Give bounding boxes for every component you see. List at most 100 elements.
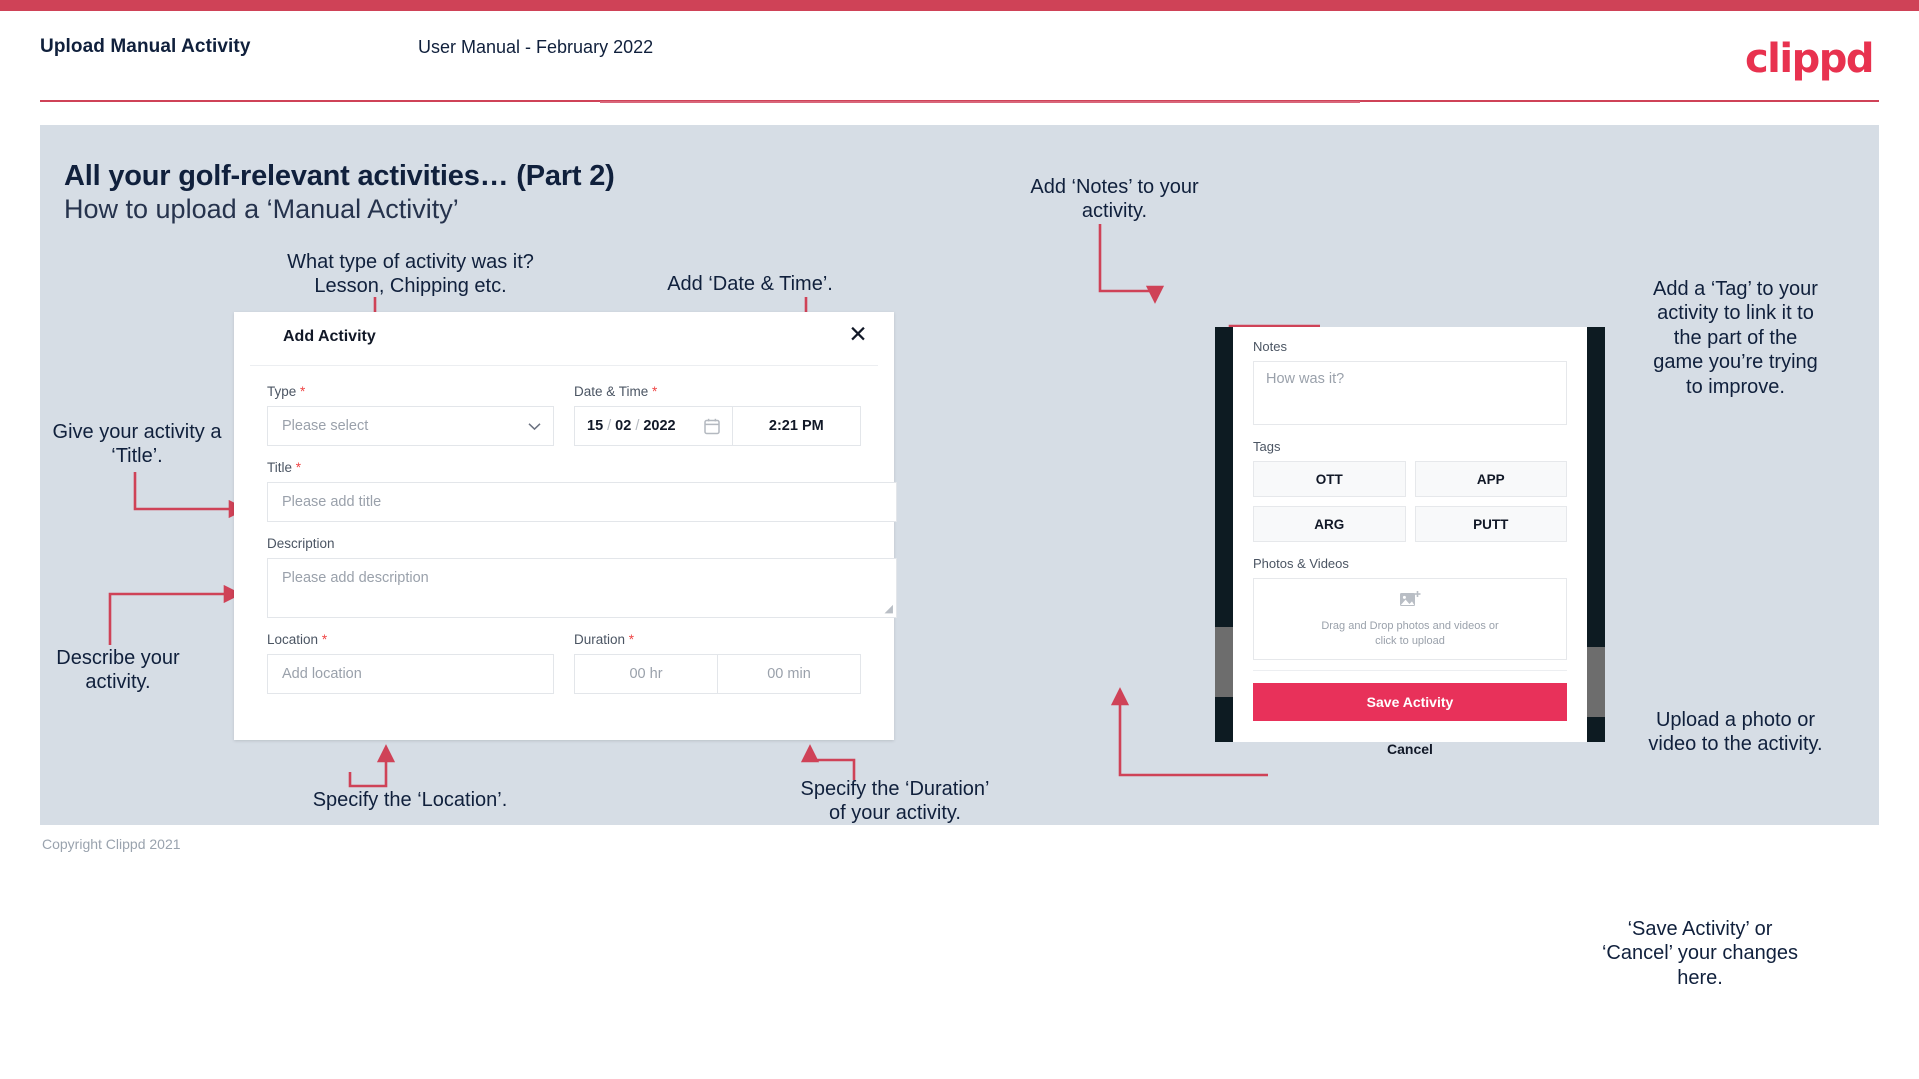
date-sep-1: / <box>607 418 612 434</box>
field-type: Type * Please select <box>267 384 554 446</box>
phone-bezel-right <box>1587 327 1605 742</box>
tag-button-ott[interactable]: OTT <box>1253 461 1406 497</box>
photo-upload-text-line1: Drag and Drop photos and videos or <box>1321 619 1499 632</box>
annotation-upload-line1: Upload a photo or <box>1655 709 1815 731</box>
phone-photos-section: Photos & Videos Drag and Drop photos and… <box>1253 556 1567 660</box>
annotation-datetime: Add ‘Date & Time’. <box>667 273 833 295</box>
annotation-tags-line1: Add a ‘Tag’ to your <box>1653 278 1818 300</box>
required-star-title: * <box>295 460 302 475</box>
page-title: Upload Manual Activity <box>40 36 251 57</box>
phone-screen: Notes How was it? Tags OTT APP ARG PUTT … <box>1233 327 1587 757</box>
annotation-save-line3: here. <box>1677 966 1723 989</box>
annotation-tags: Add a ‘Tag’ to your activity to link it … <box>1628 277 1843 399</box>
dialog-title: Add Activity <box>283 328 376 345</box>
phone-notes-textarea[interactable]: How was it? <box>1253 361 1567 425</box>
duration-group: 00 hr 00 min <box>574 654 861 694</box>
field-label-location: Location * <box>267 632 554 647</box>
field-location: Location * Add location <box>267 632 554 694</box>
row-location-duration: Location * Add location Duration * 00 hr… <box>267 632 861 694</box>
phone-notes-label: Notes <box>1253 339 1287 354</box>
annotation-tags-line2: activity to link it to <box>1657 302 1814 325</box>
field-label-datetime: Date & Time * <box>574 384 861 399</box>
save-activity-button[interactable]: Save Activity <box>1253 683 1567 721</box>
field-label-title: Title * <box>267 460 861 475</box>
description-textarea[interactable]: Please add description ◢ <box>267 558 897 618</box>
annotation-tags-line4: game you’re trying <box>1653 351 1818 374</box>
annotation-notes-line1: Add ‘Notes’ to your <box>1030 176 1199 198</box>
phone-power-button <box>1587 647 1605 717</box>
duration-hours-input[interactable]: 00 hr <box>575 655 717 693</box>
annotation-description-line1: Describe your <box>56 647 180 669</box>
close-icon[interactable]: ✕ <box>844 320 872 348</box>
location-input[interactable]: Add location <box>267 654 554 694</box>
row-type-datetime: Type * Please select Date & Time * 15 / … <box>267 384 861 446</box>
datetime-group: 15 / 02 / 2022 2:21 PM <box>574 406 861 446</box>
phone-mockup: Notes How was it? Tags OTT APP ARG PUTT … <box>1215 327 1605 757</box>
phone-tags-label: Tags <box>1253 439 1281 454</box>
date-day: 15 <box>587 418 604 434</box>
annotation-title: Give your activity a ‘Title’. <box>42 420 232 469</box>
label-text-location: Location <box>267 632 319 647</box>
photo-upload-dropzone[interactable]: Drag and Drop photos and videos or click… <box>1253 578 1567 660</box>
title-input[interactable]: Please add title <box>267 482 897 522</box>
type-select[interactable]: Please select <box>267 406 554 446</box>
field-label-description: Description <box>267 536 861 551</box>
tag-button-putt[interactable]: PUTT <box>1414 506 1567 542</box>
annotation-save-line1: ‘Save Activity’ or <box>1627 918 1773 940</box>
calendar-icon[interactable] <box>703 418 720 435</box>
annotation-tags-line3: the part of the <box>1673 326 1798 349</box>
label-text-type: Type <box>267 384 297 399</box>
annotation-duration-line2: of your activity. <box>829 802 961 825</box>
slide-subtitle: How to upload a ‘Manual Activity’ <box>64 194 459 224</box>
annotation-description-line2: activity. <box>85 671 151 694</box>
annotation-type-line2: Lesson, Chipping etc. <box>314 275 507 298</box>
time-input[interactable]: 2:21 PM <box>733 407 860 445</box>
phone-tags-grid: OTT APP ARG PUTT <box>1253 461 1567 542</box>
add-image-icon <box>1399 590 1421 614</box>
phone-volume-button <box>1215 627 1233 697</box>
label-text-title: Title <box>267 460 293 475</box>
description-placeholder: Please add description <box>282 570 429 586</box>
date-month: 02 <box>615 418 632 434</box>
annotation-title-line1: Give your activity a <box>52 421 222 443</box>
annotation-tags-line5: to improve. <box>1686 375 1785 398</box>
phone-notes-section: Notes How was it? <box>1253 339 1567 425</box>
annotation-upload: Upload a photo or video to the activity. <box>1628 708 1843 757</box>
resize-handle-icon[interactable]: ◢ <box>885 602 893 615</box>
photo-upload-text: Drag and Drop photos and videos or click… <box>1321 619 1498 649</box>
phone-bezel-left <box>1215 327 1233 742</box>
field-datetime: Date & Time * 15 / 02 / 2022 2:21 PM <box>574 384 861 446</box>
top-accent-bar <box>0 0 1919 11</box>
annotation-upload-line2: video to the activity. <box>1648 733 1823 756</box>
dialog-body: Type * Please select Date & Time * 15 / … <box>234 366 897 694</box>
date-year: 2022 <box>643 418 676 434</box>
annotation-description: Describe your activity. <box>28 646 208 695</box>
required-star-type: * <box>300 384 306 399</box>
chevron-down-icon <box>528 419 541 434</box>
duration-minutes-input[interactable]: 00 min <box>717 655 860 693</box>
phone-tags-section: Tags OTT APP ARG PUTT <box>1253 439 1567 542</box>
phone-photos-label: Photos & Videos <box>1253 556 1349 571</box>
slide-title: All your golf-relevant activities… (Part… <box>64 160 615 192</box>
footer-copyright: Copyright Clippd 2021 <box>42 836 181 852</box>
type-select-placeholder: Please select <box>282 418 369 434</box>
page-subtitle: User Manual - February 2022 <box>418 37 654 57</box>
date-input[interactable]: 15 / 02 / 2022 <box>575 407 733 445</box>
required-star-location: * <box>321 632 328 647</box>
annotation-type-line1: What type of activity was it? <box>287 251 534 273</box>
annotation-title-line2: ‘Title’. <box>111 445 163 468</box>
field-duration: Duration * 00 hr 00 min <box>574 632 861 694</box>
label-text-duration: Duration <box>574 632 626 647</box>
tag-button-arg[interactable]: ARG <box>1253 506 1406 542</box>
add-activity-dialog: Add Activity ✕ Type * Please select Date… <box>234 312 897 740</box>
clippd-logo: clippd <box>1744 36 1875 82</box>
field-title: Title * Please add title <box>267 460 897 522</box>
annotation-save-cancel: ‘Save Activity’ or ‘Cancel’ your changes… <box>1570 917 1830 990</box>
label-text-datetime: Date & Time <box>574 384 649 399</box>
slide-root: Upload Manual Activity User Manual - Feb… <box>0 0 1919 1079</box>
tag-button-app[interactable]: APP <box>1414 461 1567 497</box>
cancel-button[interactable]: Cancel <box>1253 741 1567 757</box>
label-text-description: Description <box>267 536 335 551</box>
required-star-duration: * <box>628 632 635 647</box>
annotation-notes-line2: activity. <box>1081 200 1148 223</box>
